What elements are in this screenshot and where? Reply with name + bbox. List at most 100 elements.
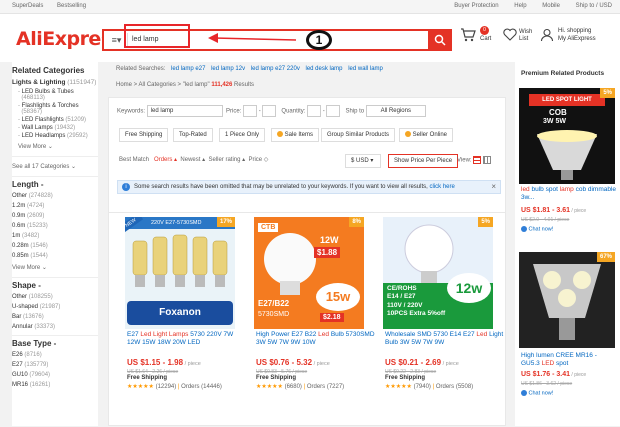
filter-seller-online[interactable]: Seller Online — [399, 128, 454, 142]
view-more-link[interactable]: View More ⌄ — [12, 140, 98, 153]
premium-product-image[interactable]: LED SPOT LIGHT COB 3W 5W 5% — [519, 88, 615, 184]
minus-icon[interactable]: - — [41, 180, 44, 189]
base-type-option[interactable]: E26 (8716) — [12, 350, 98, 360]
price-max-input[interactable] — [262, 105, 277, 117]
length-option-count: (4724) — [27, 203, 45, 209]
subcategory-flashlights[interactable]: · Flashlights & Torches (58367) — [12, 102, 98, 116]
price-unit: / piece — [570, 208, 587, 214]
view-more-label: View More — [18, 144, 47, 150]
filter-one-piece-only[interactable]: 1 Piece Only — [219, 128, 266, 142]
superdeals-link[interactable]: SuperDeals — [12, 3, 43, 9]
product-title[interactable]: Wholesale SMD 5730 E14 E27 Led Light Bul… — [385, 331, 505, 347]
brand-name: Foxanon — [159, 307, 201, 318]
filter-sale-items[interactable]: Sale Items — [271, 128, 320, 142]
ship-to-selector[interactable]: Ship to / USD — [576, 3, 612, 9]
related-search-link[interactable]: led lamp 12v — [211, 66, 245, 72]
see-all-categories-link[interactable]: See all 17 Categories ⌄ — [12, 160, 98, 173]
help-link[interactable]: Help — [514, 3, 526, 9]
shape-option[interactable]: Annular (33373) — [12, 322, 98, 332]
premium-product-title[interactable]: led bulb spot lamp cob dimmable 3w... — [521, 186, 617, 202]
free-shipping-label: Free Shipping — [385, 375, 426, 381]
search-button[interactable] — [428, 29, 452, 51]
account-button[interactable]: Hi. shopping My AliExpress — [540, 28, 596, 46]
filter-row-inputs: Keywords: led lamp Price: - Quantity: - … — [117, 105, 426, 117]
shape-option[interactable]: Other (108255) — [12, 292, 98, 302]
length-option[interactable]: 0.85m (1544) — [12, 251, 98, 261]
shape-option[interactable]: Bar (13676) — [12, 312, 98, 322]
price-value: US $0.21 - 2.69 — [385, 358, 442, 367]
price-min-input[interactable] — [243, 105, 258, 117]
subcategory-led-headlamps[interactable]: · LED Headlamps (29592) — [12, 132, 98, 140]
length-option[interactable]: 0.9m (2609) — [12, 211, 98, 221]
product-title[interactable]: High Power E27 B22 Led Bulb 5730SMD 3W 5… — [256, 331, 376, 347]
premium-product-image[interactable]: 67% — [519, 252, 615, 348]
category-lights[interactable]: Lights & Lighting (1151947) — [12, 77, 98, 88]
length-option[interactable]: 0.28m (1546) — [12, 241, 98, 251]
buyer-protection-link[interactable]: Buyer Protection — [454, 3, 498, 9]
close-icon[interactable]: × — [491, 181, 496, 193]
filter-group-similar[interactable]: Group Similar Products — [321, 128, 396, 142]
product-card[interactable]: CE/ROHS E14 / E27 110V / 220V 10PCS Extr… — [375, 213, 503, 427]
sort-best-match[interactable]: Best Match — [119, 157, 149, 163]
chat-now-link[interactable]: Chat now! — [521, 226, 553, 232]
product-card[interactable]: CTB 12W $1.88 E27/B22 5730SMD 15w $2.18 … — [246, 213, 375, 427]
shape-option[interactable]: U-shaped (21987) — [12, 302, 98, 312]
mobile-link[interactable]: Mobile — [542, 3, 560, 9]
wishlist-button[interactable]: Wish List — [503, 28, 532, 45]
review-count[interactable]: (7940) — [414, 384, 431, 390]
minus-icon[interactable]: - — [38, 281, 41, 290]
product-image[interactable]: 220V E27-5730SMD NEW Foxanon 17% — [125, 217, 235, 329]
breadcrumb-path[interactable]: Home > All Categories > "led lamp" — [116, 82, 211, 88]
review-count[interactable]: (12294) — [156, 384, 177, 390]
title-part: spot — [554, 360, 569, 368]
quantity-max-input[interactable] — [326, 105, 341, 117]
quantity-min-input[interactable] — [307, 105, 322, 117]
product-image[interactable]: CE/ROHS E14 / E27 110V / 220V 10PCS Extr… — [383, 217, 493, 329]
related-categories-title: Related Categories — [12, 66, 85, 75]
base-type-option[interactable]: E27 (135779) — [12, 360, 98, 370]
sort-seller-rating[interactable]: Seller rating — [208, 157, 240, 163]
title-highlight: lamp — [559, 186, 574, 193]
filter-top-rated[interactable]: Top-Rated — [173, 128, 213, 142]
grid-view-icon[interactable] — [482, 156, 491, 164]
shape-filter-title: Shape - — [12, 281, 98, 290]
related-search-link[interactable]: led desk lamp — [306, 66, 343, 72]
related-search-link[interactable]: led wall lamp — [348, 66, 383, 72]
filter-free-shipping[interactable]: Free Shipping — [119, 128, 169, 142]
length-option[interactable]: 0.6m (15233) — [12, 221, 98, 231]
product-card[interactable]: 220V E27-5730SMD NEW Foxanon 17% E27 Led… — [117, 213, 239, 427]
rating-row: ★★★★★ (12294) | Orders (14446) — [127, 384, 222, 390]
keywords-input[interactable]: led lamp — [146, 105, 223, 117]
product-title[interactable]: E27 Led Light Lamps 5730 220V 7W 12W 15W… — [127, 331, 247, 347]
ship-to-select[interactable]: All Regions — [365, 105, 426, 117]
click-here-link[interactable]: click here — [429, 184, 454, 190]
bestselling-link[interactable]: Bestselling — [57, 3, 86, 9]
review-count[interactable]: (6680) — [285, 384, 302, 390]
related-search-link[interactable]: led lamp e27 220v — [251, 66, 300, 72]
currency-select[interactable]: $ USD ▾ — [345, 154, 381, 168]
chat-now-link[interactable]: Chat now! — [521, 390, 553, 396]
related-search-link[interactable]: led lamp e27 — [171, 66, 205, 72]
subcategory-led-bulbs[interactable]: · LED Bulbs & Tubes (468113) — [12, 88, 98, 102]
product-image[interactable]: CTB 12W $1.88 E27/B22 5730SMD 15w $2.18 … — [254, 217, 364, 329]
spec-block: CE/ROHS E14 / E27 110V / 220V 10PCS Extr… — [387, 285, 445, 319]
minus-icon[interactable]: - — [54, 339, 57, 348]
base-type-option[interactable]: GU10 (79604) — [12, 370, 98, 380]
premium-product-title[interactable]: High lumen CREE MR16 - GU5.3 LED spot — [521, 352, 617, 368]
show-price-per-piece-button[interactable]: Show Price Per Piece — [388, 154, 459, 168]
length-option[interactable]: Other (274828) — [12, 191, 98, 201]
base-type-option[interactable]: MR16 (16261) — [12, 380, 98, 390]
length-view-more-link[interactable]: View More ⌄ — [12, 261, 98, 274]
sort-orders[interactable]: Orders — [154, 157, 172, 163]
premium-image-label: 3W 5W — [543, 118, 566, 125]
subcategory-wall-lamps[interactable]: · Wall Lamps (19432) — [12, 124, 98, 132]
length-option[interactable]: 1.2m (4724) — [12, 201, 98, 211]
search-icon — [434, 34, 446, 46]
list-view-icon[interactable] — [473, 156, 482, 164]
sort-newest[interactable]: Newest — [180, 157, 200, 163]
length-option[interactable]: 1m (3482) — [12, 231, 98, 241]
sort-price[interactable]: Price — [248, 157, 262, 163]
subcategory-led-flashlights[interactable]: · LED Flashlights (51209) — [12, 116, 98, 124]
cart-button[interactable]: 0 Cart — [460, 26, 491, 46]
cart-label: Cart — [480, 36, 492, 42]
